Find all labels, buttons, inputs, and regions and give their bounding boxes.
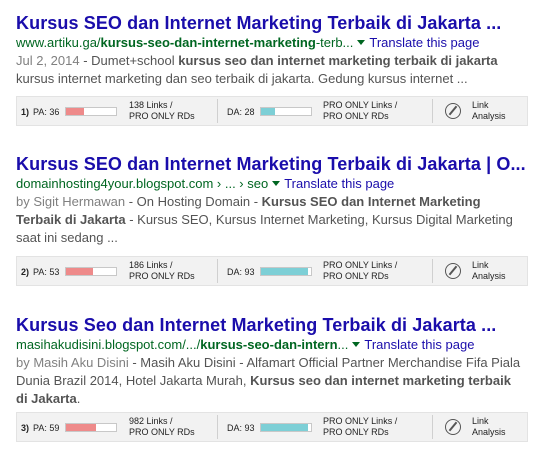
da-progress-bar <box>260 107 312 116</box>
result-snippet: Jul 2, 2014 - Dumet+school kursus seo da… <box>16 52 526 88</box>
search-result: Kursus Seo dan Internet Marketing Terbai… <box>16 314 540 408</box>
result-snippet: by Masih Aku Disini - Masih Aku Disini -… <box>16 354 526 408</box>
seo-metrics-bar: 1) PA: 36 138 Links / PRO ONLY RDs DA: 28… <box>16 96 528 126</box>
da-links-line: PRO ONLY Links / <box>323 416 398 426</box>
url-path-bold: kursus-seo-dan-internet-marketing <box>100 35 316 50</box>
da-label: DA: 28 <box>227 107 255 117</box>
link-analysis-link[interactable]: Link Analysis <box>472 260 506 282</box>
link-analysis-compass-icon[interactable] <box>445 263 461 279</box>
divider <box>432 415 433 439</box>
result-author: by Sigit Hermawan <box>16 194 126 209</box>
da-rds-line: PRO ONLY RDs <box>323 427 389 437</box>
snippet-text: - Dumet+school <box>79 53 179 68</box>
url-domain: www.artiku.ga/ <box>16 35 101 50</box>
link-analysis-line: Link <box>472 260 489 270</box>
translate-link[interactable]: Translate this page <box>364 337 474 352</box>
pa-links-line: 138 Links / <box>129 100 173 110</box>
result-url: masihakudisini.blogspot.com/.../kursus-s… <box>16 336 540 354</box>
url-path-bold: kursus-seo-dan-intern <box>200 337 338 352</box>
da-links-line: PRO ONLY Links / <box>323 260 398 270</box>
pa-progress-bar <box>65 107 117 116</box>
translate-link[interactable]: Translate this page <box>369 35 479 50</box>
divider <box>432 99 433 123</box>
divider <box>217 99 218 123</box>
divider <box>217 415 218 439</box>
translate-link[interactable]: Translate this page <box>284 176 394 191</box>
da-progress-bar <box>260 423 312 432</box>
result-index: 2) <box>21 267 30 277</box>
pa-progress-bar <box>65 423 117 432</box>
result-title-link[interactable]: Kursus SEO dan Internet Marketing Terbai… <box>16 153 540 175</box>
link-analysis-line: Link <box>472 100 489 110</box>
da-links[interactable]: PRO ONLY Links / PRO ONLY RDs <box>323 100 397 122</box>
snippet-bold: kursus seo dan internet marketing terbai… <box>178 53 498 68</box>
pa-rds-line: PRO ONLY RDs <box>129 427 195 437</box>
pa-label: PA: 36 <box>33 107 60 117</box>
result-index: 1) <box>21 107 30 117</box>
result-url: www.artiku.ga/kursus-seo-dan-internet-ma… <box>16 34 540 52</box>
url-path-tail: ... <box>337 337 349 352</box>
url-domain: domainhosting4your.blogspot.com <box>16 176 214 191</box>
da-label: DA: 93 <box>227 267 255 277</box>
da-rds-line: PRO ONLY RDs <box>323 111 389 121</box>
divider <box>217 259 218 283</box>
search-result: Kursus SEO dan Internet Marketing Terbai… <box>16 153 540 247</box>
da-links-line: PRO ONLY Links / <box>323 100 398 110</box>
seo-metrics-bar: 2) PA: 53 186 Links / PRO ONLY RDs DA: 93… <box>16 256 528 286</box>
da-fill <box>261 268 308 275</box>
link-analysis-link[interactable]: Link Analysis <box>472 100 506 122</box>
snippet-text: - On Hosting Domain - <box>125 194 262 209</box>
result-title-link[interactable]: Kursus SEO dan Internet Marketing Terbai… <box>16 12 540 34</box>
divider <box>432 259 433 283</box>
da-links[interactable]: PRO ONLY Links / PRO ONLY RDs <box>323 260 397 282</box>
url-dropdown-arrow-icon[interactable] <box>272 181 281 187</box>
da-progress-bar <box>260 267 312 276</box>
url-domain: masihakudisini.blogspot.com/.../ <box>16 337 201 352</box>
snippet-text: kursus internet marketing dan seo terbai… <box>16 71 468 86</box>
search-result: Kursus SEO dan Internet Marketing Terbai… <box>16 12 540 88</box>
result-snippet: by Sigit Hermawan - On Hosting Domain - … <box>16 193 526 247</box>
link-analysis-line: Analysis <box>472 427 506 437</box>
url-dropdown-arrow-icon[interactable] <box>352 342 361 348</box>
link-analysis-line: Analysis <box>472 271 506 281</box>
url-path-tail: -terb... <box>315 35 354 50</box>
pa-links[interactable]: 186 Links / PRO ONLY RDs <box>129 260 195 282</box>
pa-fill <box>66 424 96 431</box>
pa-rds-line: PRO ONLY RDs <box>129 271 195 281</box>
link-analysis-link[interactable]: Link Analysis <box>472 416 506 438</box>
pa-rds-line: PRO ONLY RDs <box>129 111 195 121</box>
pa-label: PA: 53 <box>33 267 60 277</box>
pa-fill <box>66 268 93 275</box>
result-url: domainhosting4your.blogspot.com › ... › … <box>16 175 540 193</box>
pa-fill <box>66 108 84 115</box>
da-fill <box>261 108 275 115</box>
pa-links[interactable]: 982 Links / PRO ONLY RDs <box>129 416 195 438</box>
snippet-text: . <box>76 391 81 406</box>
da-fill <box>261 424 308 431</box>
link-analysis-compass-icon[interactable] <box>445 103 461 119</box>
da-links[interactable]: PRO ONLY Links / PRO ONLY RDs <box>323 416 397 438</box>
url-path-tail: › ... › seo <box>213 176 269 191</box>
pa-progress-bar <box>65 267 117 276</box>
pa-label: PA: 59 <box>33 423 60 433</box>
da-label: DA: 93 <box>227 423 255 433</box>
link-analysis-line: Link <box>472 416 489 426</box>
url-dropdown-arrow-icon[interactable] <box>357 40 366 46</box>
link-analysis-compass-icon[interactable] <box>445 419 461 435</box>
seo-metrics-bar: 3) PA: 59 982 Links / PRO ONLY RDs DA: 93… <box>16 412 528 442</box>
result-author: by Masih Aku Disini <box>16 355 129 370</box>
pa-links[interactable]: 138 Links / PRO ONLY RDs <box>129 100 195 122</box>
pa-links-line: 982 Links / <box>129 416 173 426</box>
result-date: Jul 2, 2014 <box>16 53 80 68</box>
pa-links-line: 186 Links / <box>129 260 173 270</box>
da-rds-line: PRO ONLY RDs <box>323 271 389 281</box>
result-index: 3) <box>21 423 30 433</box>
result-title-link[interactable]: Kursus Seo dan Internet Marketing Terbai… <box>16 314 540 336</box>
link-analysis-line: Analysis <box>472 111 506 121</box>
